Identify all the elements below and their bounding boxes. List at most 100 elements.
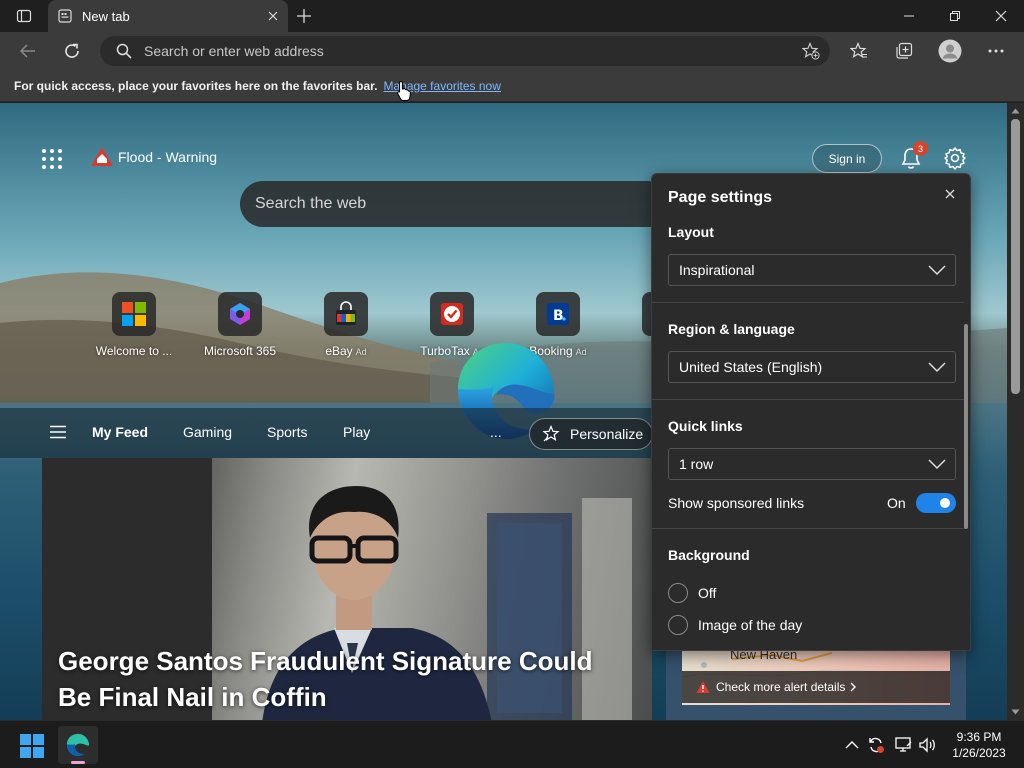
layout-label: Layout <box>668 224 714 240</box>
background-label: Background <box>668 547 750 563</box>
web-search-input[interactable]: Search the web <box>240 181 670 227</box>
region-language-value: United States (English) <box>679 359 823 375</box>
clock-date: 1/26/2023 <box>952 746 1006 760</box>
page-scrollbar[interactable] <box>1007 103 1024 720</box>
background-off-label: Off <box>698 585 717 601</box>
ebay-bag-icon <box>324 292 368 336</box>
minimize-button[interactable] <box>886 0 932 32</box>
avatar-icon <box>938 39 962 63</box>
favorites-bar-message: For quick access, place your favorites h… <box>14 78 378 93</box>
tab-title: New tab <box>82 8 130 24</box>
scrollbar-thumb[interactable] <box>1011 119 1020 394</box>
close-tab-icon[interactable] <box>268 11 278 21</box>
profile-button[interactable] <box>934 35 966 67</box>
quick-links-value: 1 row <box>679 456 714 472</box>
article-headline[interactable]: George Santos Fraudulent Signature Could… <box>58 643 628 715</box>
quick-link-welcome[interactable]: Welcome to ... <box>89 292 179 358</box>
toggle-knob <box>940 498 950 508</box>
tab-my-feed[interactable]: My Feed <box>92 424 148 440</box>
chevron-up-icon[interactable] <box>842 735 862 755</box>
close-icon[interactable] <box>942 186 958 202</box>
scroll-down-icon[interactable] <box>1010 707 1021 717</box>
add-favorite-icon[interactable] <box>802 42 820 60</box>
background-image-of-day-radio[interactable] <box>668 615 688 635</box>
sponsored-links-label: Show sponsored links <box>668 495 805 511</box>
microsoft-logo-icon <box>112 292 156 336</box>
tab-gaming[interactable]: Gaming <box>183 424 232 440</box>
new-tab-button[interactable] <box>288 0 320 32</box>
hamburger-menu-icon[interactable] <box>50 425 66 439</box>
close-window-button[interactable] <box>978 0 1024 32</box>
sponsored-links-state: On <box>887 495 906 511</box>
favorites-star-icon <box>850 42 867 58</box>
page-settings-panel: Page settings Layout Inspirational Regio… <box>651 173 971 651</box>
address-bar[interactable]: Search or enter web address <box>100 36 830 66</box>
page-settings-title: Page settings <box>668 189 773 206</box>
sponsored-links-toggle[interactable] <box>916 493 956 513</box>
featured-article-card[interactable]: George Santos Fraudulent Signature Could… <box>42 458 652 720</box>
close-icon <box>995 10 1007 22</box>
restore-button[interactable] <box>932 0 978 32</box>
booking-logo-icon: B <box>536 292 580 336</box>
toolbar: Search or enter web address <box>0 32 1024 70</box>
feed-more-button[interactable]: ... <box>490 424 502 440</box>
settings-menu-button[interactable] <box>980 35 1012 67</box>
back-button[interactable] <box>12 35 44 67</box>
minimize-icon <box>904 15 914 17</box>
check-alert-details-label: Check more alert details <box>716 680 846 694</box>
chevron-down-icon <box>928 265 946 276</box>
app-launcher-icon[interactable] <box>40 147 64 171</box>
network-icon[interactable] <box>894 735 914 755</box>
windows-start-icon[interactable] <box>20 734 44 758</box>
notifications-button[interactable]: 3 <box>898 141 928 171</box>
more-horizontal-icon <box>988 49 1004 53</box>
feed-bar: My Feed Gaming Sports Play ... Personali… <box>0 408 660 458</box>
collections-button[interactable] <box>888 35 920 67</box>
personalize-button[interactable]: Personalize <box>529 418 653 450</box>
volume-icon[interactable] <box>918 735 938 755</box>
check-alert-details-button[interactable]: Check more alert details <box>682 671 950 703</box>
chevron-down-icon <box>928 362 946 373</box>
personalize-label: Personalize <box>570 426 644 442</box>
svg-text:B: B <box>553 308 564 324</box>
tab-play[interactable]: Play <box>343 424 370 440</box>
plus-icon <box>297 9 311 23</box>
favorites-button[interactable] <box>843 35 875 67</box>
page-settings-button[interactable] <box>942 145 968 171</box>
quick-link-ebay[interactable]: eBay Ad <box>301 292 391 358</box>
region-language-select[interactable]: United States (English) <box>668 351 956 383</box>
region-language-label: Region & language <box>668 321 795 337</box>
active-indicator <box>71 761 85 764</box>
refresh-button[interactable] <box>56 35 88 67</box>
microsoft-365-icon <box>218 292 262 336</box>
title-bar: New tab <box>0 0 1024 32</box>
tab-actions-icon[interactable] <box>8 0 40 32</box>
tab-new-tab[interactable]: New tab <box>48 0 288 32</box>
new-tab-page-icon <box>58 9 72 23</box>
quick-link-label: Microsoft 365 <box>203 344 277 358</box>
scroll-up-icon[interactable] <box>1010 106 1021 116</box>
personalize-star-icon <box>542 425 560 442</box>
divider <box>652 528 964 529</box>
gear-icon <box>944 147 966 170</box>
layout-select[interactable]: Inspirational <box>668 254 956 286</box>
taskbar-edge-button[interactable] <box>58 726 98 764</box>
warning-triangle-icon <box>696 681 710 693</box>
update-sync-icon[interactable] <box>866 735 886 755</box>
tab-sports[interactable]: Sports <box>267 424 307 440</box>
background-off-radio[interactable] <box>668 583 688 603</box>
weather-alert[interactable]: Flood - Warning <box>90 145 217 169</box>
flood-warning-icon <box>91 147 113 166</box>
collections-icon <box>896 42 913 59</box>
edge-icon <box>66 733 90 757</box>
sign-in-button[interactable]: Sign in <box>812 144 882 173</box>
settings-scrollbar[interactable] <box>964 324 968 529</box>
turbotax-check-icon <box>430 292 474 336</box>
divider <box>652 302 964 303</box>
quick-link-microsoft-365[interactable]: Microsoft 365 <box>195 292 285 358</box>
quick-link-label: Welcome to ... <box>95 344 173 358</box>
divider <box>652 399 964 400</box>
system-clock[interactable]: 9:36 PM 1/26/2023 <box>944 729 1014 761</box>
taskbar: 9:36 PM 1/26/2023 <box>0 720 1024 768</box>
quick-links-select[interactable]: 1 row <box>668 448 956 480</box>
